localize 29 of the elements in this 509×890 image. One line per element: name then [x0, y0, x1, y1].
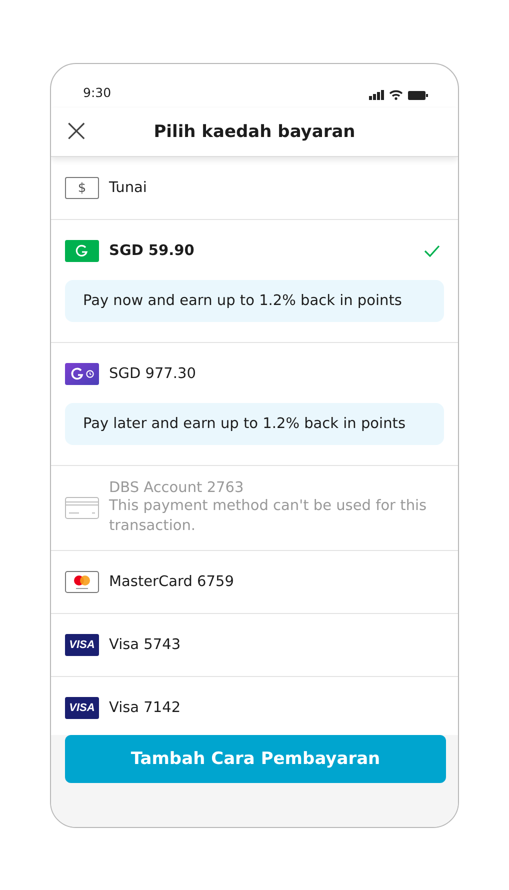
method-label: DBS Account 2763: [109, 480, 245, 496]
payment-method-row[interactable]: SGD 977.30 Pay later and earn up to 1.2% back in points: [51, 343, 458, 466]
payment-method-row[interactable]: $ Tunai: [51, 157, 458, 220]
paylater-logo-icon: [65, 363, 99, 385]
info-banner: Pay later and earn up to 1.2% back in points: [65, 403, 444, 445]
card-icon: [65, 497, 99, 519]
method-label: Tunai: [109, 180, 148, 196]
payment-method-row[interactable]: SGD 59.90 Pay now and earn up to 1.2% back in points: [51, 220, 458, 343]
cash-icon: $: [65, 177, 99, 199]
method-label: SGD 59.90: [109, 243, 196, 259]
payment-method-row[interactable]: VISA Visa 5743: [51, 614, 458, 677]
battery-icon: [408, 90, 428, 100]
check-icon: [424, 245, 440, 257]
wifi-icon: [389, 90, 403, 100]
method-label: Visa 5743: [109, 637, 182, 653]
status-time: 9:30: [83, 85, 112, 100]
payment-method-row[interactable]: MasterCard 6759: [51, 551, 458, 614]
wallet-logo-icon: [65, 240, 99, 262]
visa-logo-icon: VISA: [65, 634, 99, 656]
method-label: SGD 977.30: [109, 366, 197, 382]
mastercard-logo-icon: [65, 571, 99, 593]
method-label: MasterCard 6759: [109, 574, 235, 590]
method-note: This payment method can't be used for this transaction.: [109, 497, 428, 536]
info-banner: Pay now and earn up to 1.2% back in points: [65, 280, 444, 322]
signal-icon: [369, 90, 384, 100]
visa-logo-icon: VISA: [65, 697, 99, 719]
page-title: Pilih kaedah bayaran: [154, 122, 356, 142]
close-button[interactable]: ×: [63, 114, 90, 146]
method-label: Visa 7142: [109, 700, 182, 716]
